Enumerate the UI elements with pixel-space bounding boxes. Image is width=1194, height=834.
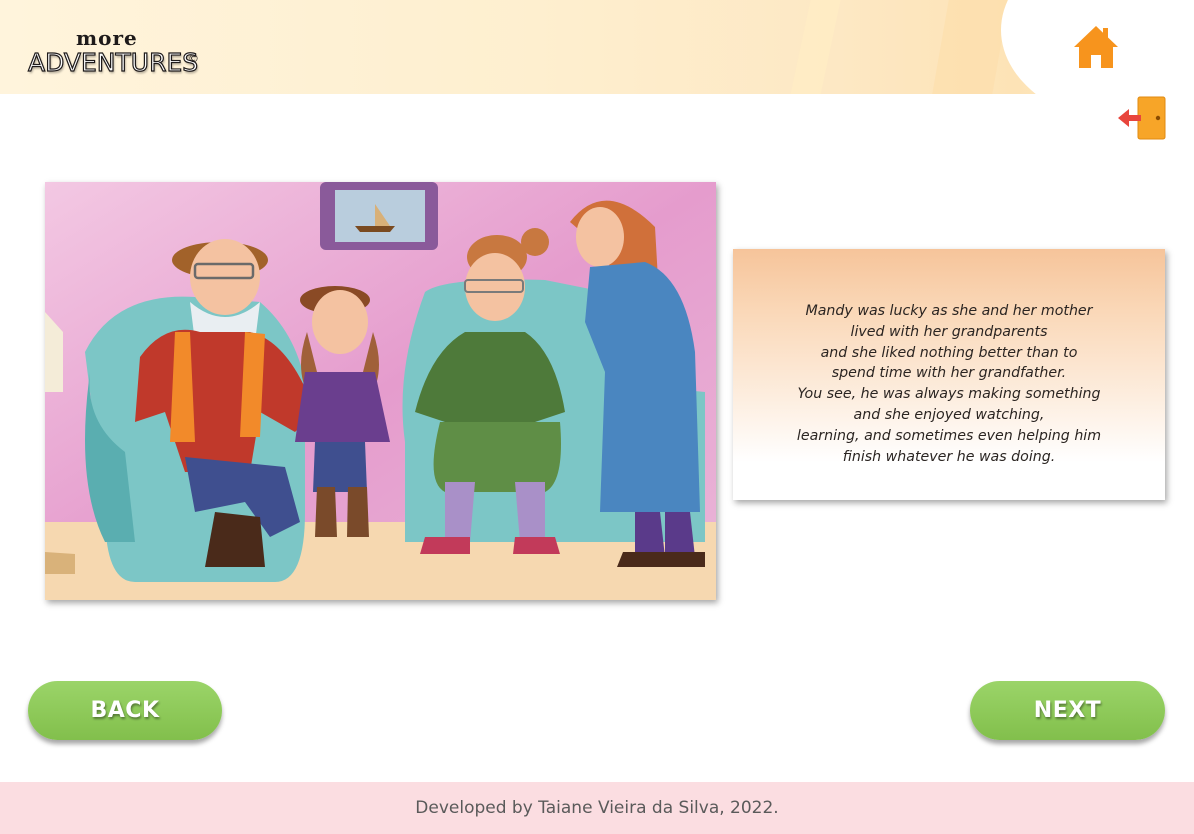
story-line: and she liked nothing better than to [820,344,1078,361]
story-line: and she enjoyed watching, [853,406,1045,423]
story-line: You see, he was always making something [797,386,1101,403]
app-logo[interactable]: more ADVENTURES © [27,26,208,86]
story-line: Mandy was lucky as she and her mother [805,303,1093,319]
story-text-card: Mandy was lucky as she and her mother li… [733,249,1165,500]
story-line: learning, and sometimes even helping him [796,427,1102,444]
back-button[interactable]: BACK [28,681,222,740]
story-line: finish whatever he was doing. [842,448,1056,465]
logo-top-text: more [76,26,138,50]
story-line: lived with her grandparents [850,323,1048,340]
exit-button[interactable] [1116,95,1168,141]
logo-copyright-mark: © [188,52,199,65]
story-illustration [45,182,716,600]
exit-door-icon [1118,96,1166,140]
story-line: spend time with her grandfather. [831,365,1067,382]
story-text: Mandy was lucky as she and her mother li… [733,301,1165,467]
footer-credit: Developed by Taiane Vieira da Silva, 202… [415,798,779,818]
home-button[interactable] [1072,24,1120,70]
home-icon [1074,26,1118,68]
logo-main-text: ADVENTURES [27,47,199,77]
header-brush-stroke [929,0,1011,94]
next-button[interactable]: NEXT [970,681,1165,740]
footer: Developed by Taiane Vieira da Silva, 202… [0,782,1194,834]
header-brush-stroke [787,0,843,94]
